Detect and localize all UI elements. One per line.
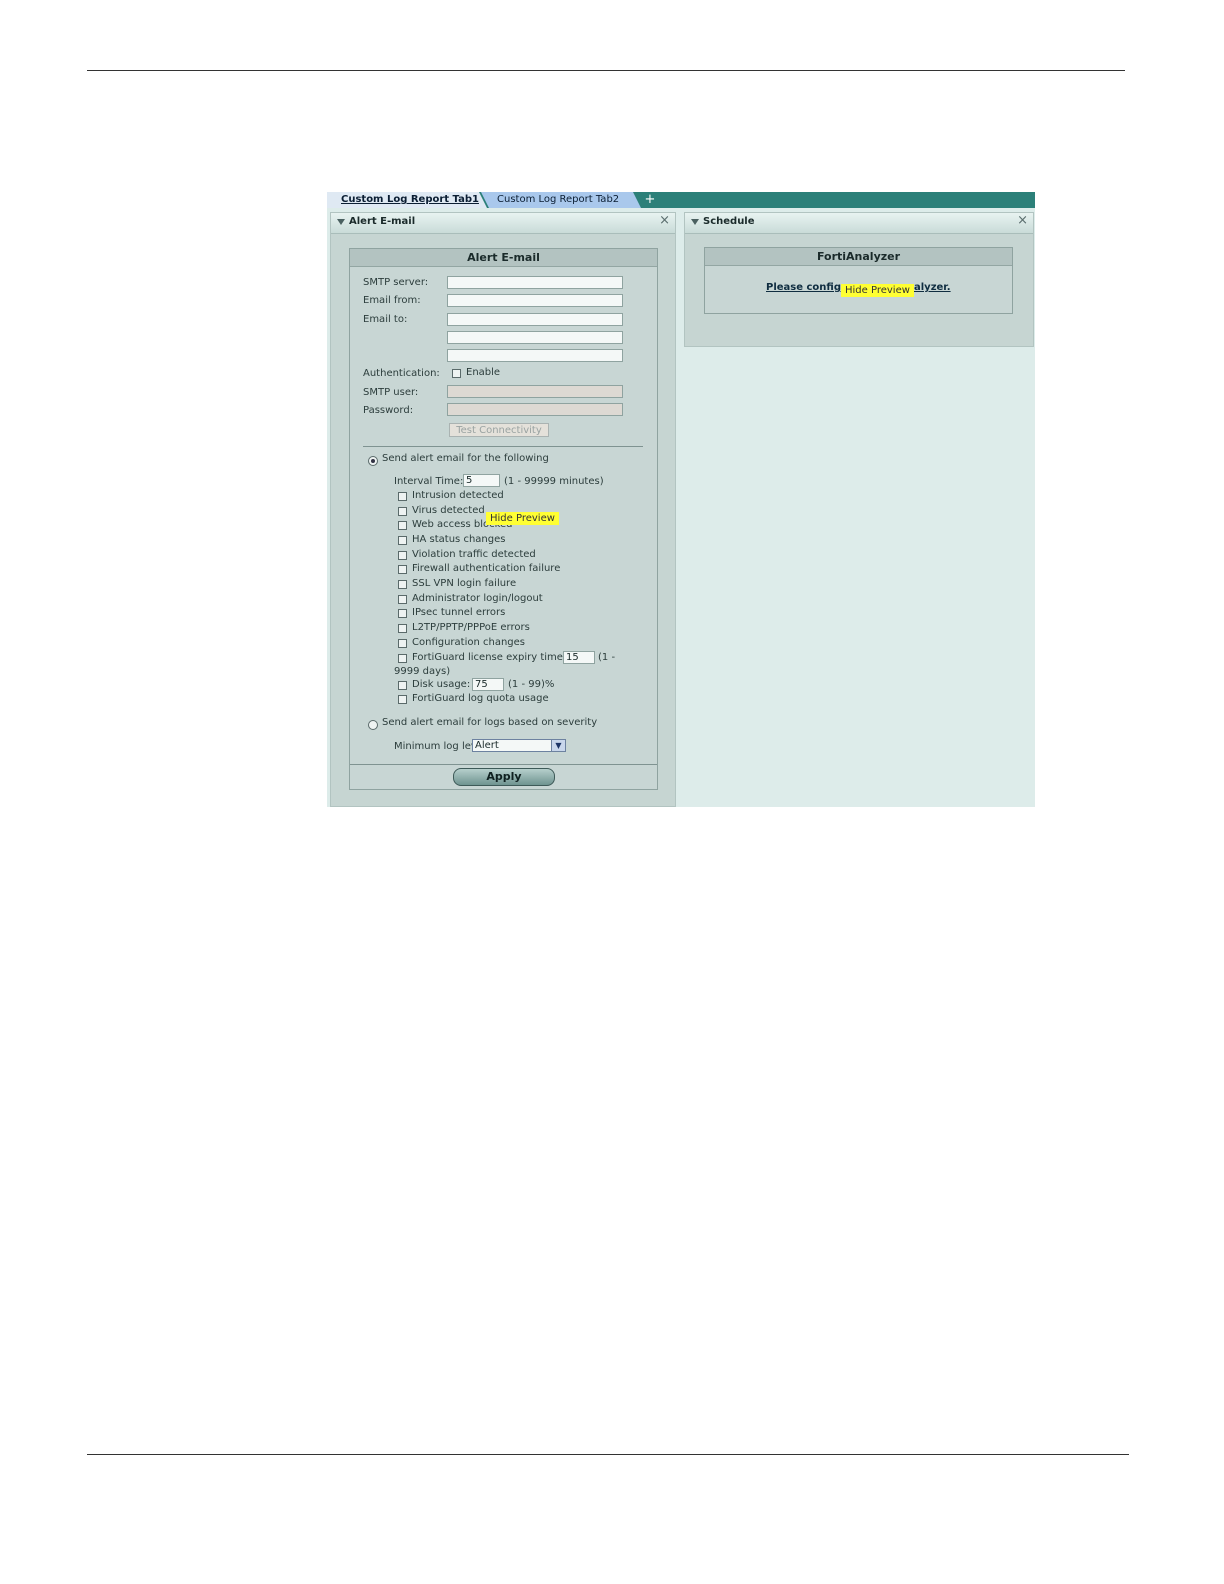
schedule-panel: Schedule × FortiAnalyzer Please configu … xyxy=(684,212,1034,347)
close-icon[interactable]: × xyxy=(659,213,670,228)
event-checkbox[interactable] xyxy=(398,536,407,545)
email-from-label: Email from: xyxy=(363,295,421,306)
password-input[interactable] xyxy=(447,403,623,416)
test-connectivity-button[interactable]: Test Connectivity xyxy=(449,423,549,437)
event-checkbox[interactable] xyxy=(398,507,407,516)
alert-email-form: Alert E-mail SMTP server: Email from: Em… xyxy=(349,248,658,790)
close-icon[interactable]: × xyxy=(1017,213,1028,228)
smtp-user-input[interactable] xyxy=(447,385,623,398)
event-label: Intrusion detected xyxy=(412,490,504,501)
fortiguard-license-checkbox[interactable] xyxy=(398,654,407,663)
disk-usage-input[interactable]: 75 xyxy=(472,678,504,691)
collapse-triangle-icon[interactable] xyxy=(337,219,345,225)
fortiguard-license-label: FortiGuard license expiry time: xyxy=(412,652,567,663)
min-log-level-value: Alert xyxy=(475,740,499,751)
alert-panel-title: Alert E-mail xyxy=(349,216,416,227)
email-to-input-1[interactable] xyxy=(447,313,623,326)
footer-divider xyxy=(350,764,657,765)
send-following-radio[interactable] xyxy=(368,456,378,466)
disk-usage-checkbox[interactable] xyxy=(398,681,407,690)
disk-range-label: (1 - 99)% xyxy=(508,679,555,690)
fortiguard-range-label: (1 - xyxy=(598,652,616,663)
schedule-panel-header: Schedule × xyxy=(685,213,1033,234)
smtp-server-input[interactable] xyxy=(447,276,623,289)
tab-custom-log-report-1[interactable]: Custom Log Report Tab1 xyxy=(327,192,487,208)
collapse-triangle-icon[interactable] xyxy=(691,219,699,225)
event-checkbox[interactable] xyxy=(398,624,407,633)
configure-fortianalyzer-link-end[interactable]: alyzer. xyxy=(914,282,951,293)
alert-email-panel: Alert E-mail × Alert E-mail SMTP server:… xyxy=(330,212,676,807)
divider xyxy=(363,446,643,447)
disk-usage-label: Disk usage: xyxy=(412,679,471,690)
interval-time-label: Interval Time: xyxy=(394,476,464,487)
authentication-label: Authentication: xyxy=(363,368,440,379)
event-checkbox[interactable] xyxy=(398,565,407,574)
password-label: Password: xyxy=(363,405,414,416)
alert-form-title: Alert E-mail xyxy=(350,249,657,267)
send-severity-label: Send alert email for logs based on sever… xyxy=(382,717,598,728)
interval-time-input[interactable]: 5 xyxy=(463,474,500,487)
schedule-panel-title: Schedule xyxy=(703,216,755,227)
event-checkbox[interactable] xyxy=(398,639,407,648)
smtp-user-label: SMTP user: xyxy=(363,387,419,398)
min-log-level-select[interactable]: Alert ▼ xyxy=(472,739,566,752)
log-quota-checkbox[interactable] xyxy=(398,695,407,704)
event-label: HA status changes xyxy=(412,534,506,545)
configure-fortianalyzer-link[interactable]: Please configu xyxy=(766,282,848,293)
event-checkbox[interactable] xyxy=(398,492,407,501)
event-label: IPsec tunnel errors xyxy=(412,607,506,618)
fortianalyzer-box: FortiAnalyzer Please configu alyzer. Hid… xyxy=(704,247,1013,314)
fortianalyzer-title: FortiAnalyzer xyxy=(705,248,1012,266)
hide-preview-tooltip[interactable]: Hide Preview xyxy=(486,512,559,525)
send-severity-radio[interactable] xyxy=(368,720,378,730)
event-checkbox[interactable] xyxy=(398,595,407,604)
enable-label: Enable xyxy=(466,367,501,378)
email-to-input-2[interactable] xyxy=(447,331,623,344)
fortiguard-license-input[interactable]: 15 xyxy=(563,651,595,664)
event-checkbox[interactable] xyxy=(398,551,407,560)
log-quota-label: FortiGuard log quota usage xyxy=(412,693,549,704)
fortiguard-range-label-cont: 9999 days) xyxy=(394,666,451,677)
event-label: Administrator login/logout xyxy=(412,593,543,604)
chevron-down-icon: ▼ xyxy=(551,740,565,751)
authentication-enable-checkbox[interactable] xyxy=(452,369,461,378)
bottom-rule xyxy=(87,1454,1129,1455)
event-checkbox[interactable] xyxy=(398,609,407,618)
email-from-input[interactable] xyxy=(447,294,623,307)
tab-custom-log-report-2[interactable]: Custom Log Report Tab2 xyxy=(481,192,641,208)
event-label: Firewall authentication failure xyxy=(412,563,561,574)
add-tab-button[interactable]: + xyxy=(643,192,657,208)
top-rule xyxy=(87,70,1125,71)
smtp-server-label: SMTP server: xyxy=(363,277,429,288)
email-to-input-3[interactable] xyxy=(447,349,623,362)
event-checkbox[interactable] xyxy=(398,580,407,589)
alert-panel-header: Alert E-mail × xyxy=(331,213,675,234)
interval-range-label: (1 - 99999 minutes) xyxy=(504,476,604,487)
apply-button[interactable]: Apply xyxy=(453,768,555,786)
event-checkbox[interactable] xyxy=(398,521,407,530)
screenshot: Custom Log Report Tab1 Custom Log Report… xyxy=(327,192,1035,807)
email-to-label: Email to: xyxy=(363,314,408,325)
tab-bar: Custom Log Report Tab1 Custom Log Report… xyxy=(327,192,1035,208)
event-label: Virus detected xyxy=(412,505,485,516)
hide-preview-tooltip[interactable]: Hide Preview xyxy=(841,284,914,297)
send-following-label: Send alert email for the following xyxy=(382,453,549,464)
event-label: Violation traffic detected xyxy=(412,549,536,560)
event-label: SSL VPN login failure xyxy=(412,578,517,589)
event-label: L2TP/PPTP/PPPoE errors xyxy=(412,622,530,633)
event-label: Configuration changes xyxy=(412,637,526,648)
